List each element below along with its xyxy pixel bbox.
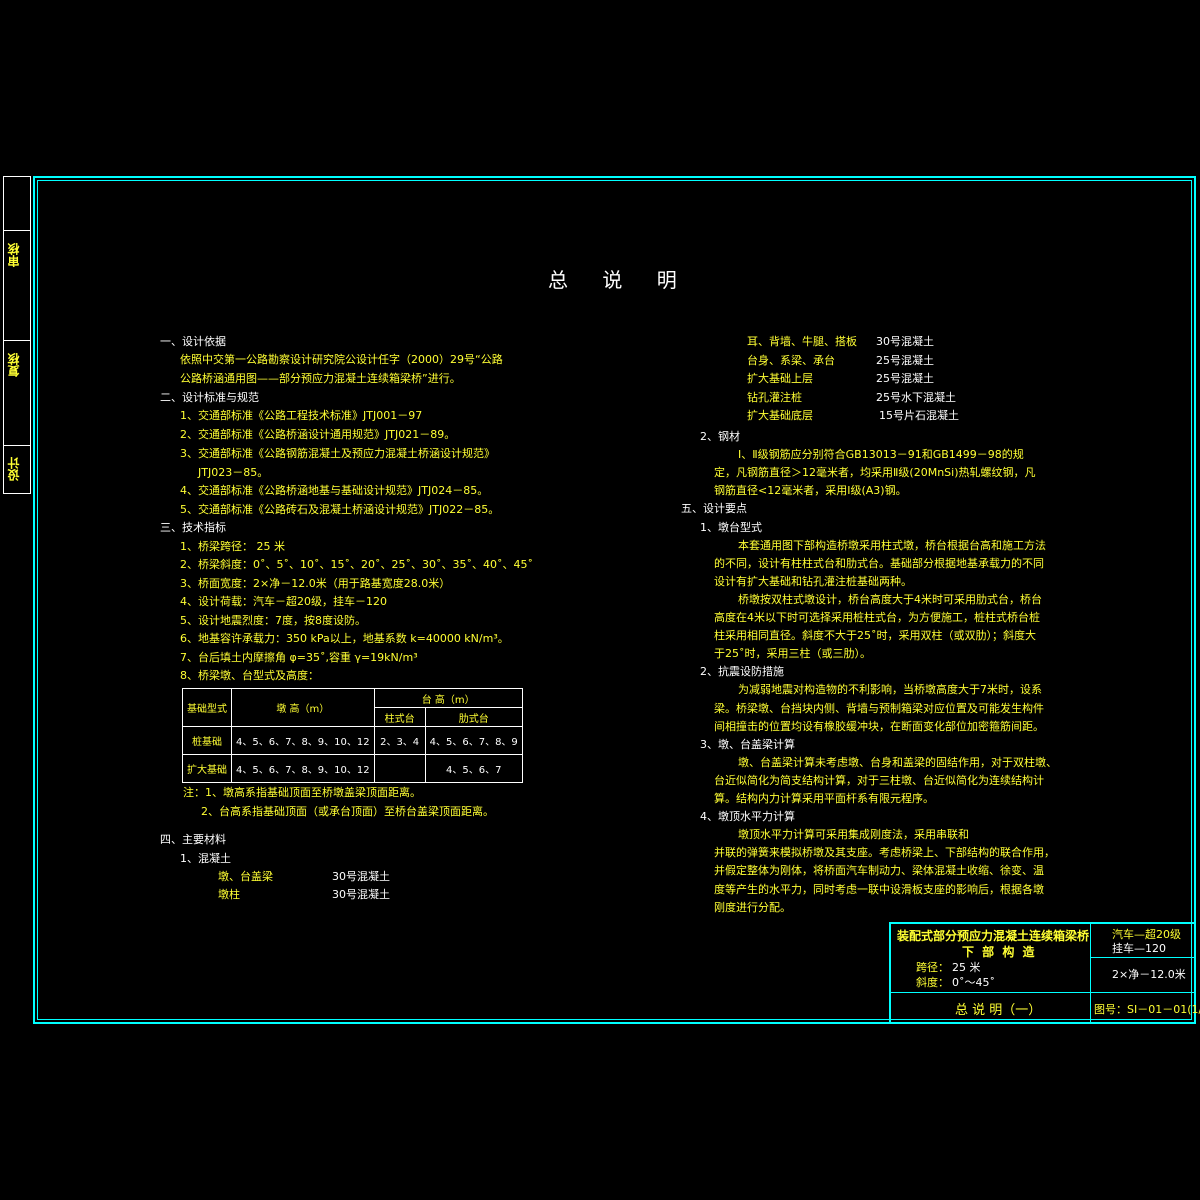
drawing-number: 图号：SI－01－01(1/2) <box>1094 1003 1200 1016</box>
materials-heading: 四、主要材料 <box>160 833 226 846</box>
material-item: 扩大基础上层 <box>747 372 813 385</box>
left-column-line: 5、设计地震烈度：7度，按8度设防。 <box>180 614 366 627</box>
table-row-pier: 4、5、6、7、8、9、10、12 <box>231 726 375 755</box>
left-column-line: 5、交通部标准《公路砖石及混凝土桥涵设计规范》JTJ022－85。 <box>180 503 500 516</box>
right-column-line: 墩顶水平力计算可采用集成刚度法，采用串联和 <box>738 828 969 842</box>
right-column-line: 的不同，设计有柱柱式台和肋式台。基础部分根据地基承载力的不同 <box>714 556 1044 570</box>
right-column-line: 墩、台盖梁计算未考虑墩、台身和盖梁的固结作用，对于双柱墩、 <box>738 755 1057 769</box>
right-column-line: 并假定整体为刚体，将桥面汽车制动力、梁体混凝土收缩、徐变、温 <box>714 864 1044 878</box>
material-item: 台身、系梁、承台 <box>747 353 835 367</box>
right-column-line: 台近似简化为简支结构计算，对于三柱墩、台近似简化为连续结构计 <box>714 773 1044 787</box>
right-column-line: 刚度进行分配。 <box>714 900 791 914</box>
right-column-line: 1、墩台型式 <box>700 520 762 534</box>
left-column-line: 6、地基容许承载力：350 kPa以上，地基系数 k=40000 kN/m³。 <box>180 632 509 645</box>
left-column-line: 8、桥梁墩、台型式及高度： <box>180 669 319 682</box>
left-column-line: 二、设计标准与规范 <box>160 391 259 404</box>
table-row-type: 桩基础 <box>182 726 232 755</box>
left-column-line: 3、交通部标准《公路钢筋混凝土及预应力混凝土桥涵设计规范》 <box>180 447 495 460</box>
material-grade: 15号片石混凝土 <box>879 409 959 422</box>
right-column-line: 4、墩顶水平力计算 <box>700 810 795 824</box>
right-column-line: 钢筋直径<12毫米者，采用Ⅰ级(A3)钢。 <box>714 484 907 498</box>
title-block-divider <box>1090 924 1091 1022</box>
left-column-line: 1、桥梁跨径： 25 米 <box>180 540 285 553</box>
table-header-abut: 台 高（m） <box>373 688 523 708</box>
left-column-line: 4、交通部标准《公路桥涵地基与基础设计规范》JTJ024－85。 <box>180 484 489 497</box>
table-row-col: 2、3、4 <box>373 726 426 755</box>
material-item: 耳、背墙、牛腿、搭板 <box>747 335 857 348</box>
right-column-line: 设计有扩大基础和钻孔灌注桩基础两种。 <box>714 574 912 588</box>
left-column-line: 2、交通部标准《公路桥涵设计通用规范》JTJ021－89。 <box>180 428 456 441</box>
left-column-line: JTJ023－85。 <box>198 466 269 479</box>
right-column-line: 算。结构内力计算采用平面杆系有限元程序。 <box>714 792 934 805</box>
table-header-type: 基础型式 <box>182 688 232 727</box>
left-column-line: 一、设计依据 <box>160 335 226 348</box>
material-grade: 30号混凝土 <box>332 870 390 883</box>
side-label-check: 复核 <box>7 353 21 377</box>
material-grade: 30号混凝土 <box>876 335 934 348</box>
note-1: 注：1、墩高系指基础顶面至桥墩盖梁顶面距离。 <box>183 786 421 799</box>
materials-concrete-heading: 1、混凝土 <box>180 852 231 865</box>
material-grade: 25号水下混凝土 <box>876 390 956 404</box>
side-label-design: 设计 <box>7 457 21 481</box>
table-row-col <box>373 754 426 783</box>
note-2: 2、台高系指基础顶面（或承台顶面）至桥台盖梁顶面距离。 <box>201 805 494 818</box>
table-header-pier: 墩 高（m） <box>231 688 375 727</box>
material-grade: 25号混凝土 <box>876 353 934 367</box>
table-row-rib: 4、5、6、7、8、9 <box>424 726 523 755</box>
right-column-line: 高度在4米以下时可选择采用桩柱式台，为方便施工，桩柱式桥台桩 <box>714 611 1040 624</box>
left-column-line: 3、桥面宽度：2×净－12.0米（用于路基宽度28.0米） <box>180 577 451 590</box>
table-header-rib: 肋式台 <box>424 707 523 727</box>
side-label-review: 审核 <box>7 243 21 267</box>
material-item: 扩大基础底层 <box>747 409 813 422</box>
table-row-rib: 4、5、6、7 <box>424 754 523 783</box>
material-item: 墩柱 <box>218 888 240 901</box>
right-column-line: 五、设计要点 <box>681 502 747 516</box>
right-column-line: 并联的弹簧来模拟桥墩及其支座。考虑桥梁上、下部结构的联合作用， <box>714 846 1055 860</box>
table-row-type: 扩大基础 <box>182 754 232 783</box>
right-column-line: 柱采用相同直径。斜度不大于25˚时，采用双柱（或双肋）；斜度大 <box>714 629 1036 643</box>
right-column-line: 梁。桥梁墩、台挡块内侧、背墙与预制箱梁对应位置及可能发生构件 <box>714 701 1044 715</box>
right-column-line: 3、墩、台盖梁计算 <box>700 737 795 751</box>
page-title: 总 说 明 <box>548 268 691 292</box>
span-value: 25 米 <box>952 961 981 974</box>
right-column-line: 为减弱地震对构造物的不利影响，当桥墩高度大于7米时，设系 <box>738 683 1042 697</box>
right-column-line: 桥墩按双柱式墩设计，桥台高度大于4米时可采用肋式台，桥台 <box>738 592 1042 606</box>
project-name: 装配式部分预应力混凝土连续箱梁桥 <box>897 929 1090 943</box>
title-block-divider <box>891 992 1194 993</box>
project-part: 下 部 构 造 <box>962 945 1037 959</box>
right-column-line: Ⅰ、Ⅱ级钢筋应分别符合GB13013－91和GB1499－98的规 <box>738 448 1024 462</box>
right-column-line: 2、钢材 <box>700 430 740 443</box>
material-grade: 25号混凝土 <box>876 372 934 385</box>
right-column-line: 间相撞击的位置均设有橡胶缓冲块，在断面变化部位加密箍筋间距。 <box>714 719 1044 733</box>
right-column-line: 本套通用图下部构造桥墩采用柱式墩，桥台根据台高和施工方法 <box>738 538 1046 552</box>
right-column-line: 定，凡钢筋直径＞12毫米者，均采用Ⅱ级(20MnSi)热轧螺纹钢，凡 <box>714 466 1036 480</box>
span-label: 跨径： <box>916 961 949 974</box>
right-column-line: 2、抗震设防措施 <box>700 665 784 679</box>
left-column-line: 7、台后填土内摩擦角 φ=35˚,容重 γ=19kN/m³ <box>180 651 418 664</box>
left-column-line: 依照中交第一公路勘察设计研究院公设计任字（2000）29号“公路 <box>180 353 503 366</box>
material-item: 墩、台盖梁 <box>218 870 273 883</box>
left-column-line: 1、交通部标准《公路工程技术标准》JTJ001－97 <box>180 409 423 422</box>
right-column-line: 度等产生的水平力，同时考虑一联中设滑板支座的影响后，根据各墩 <box>714 882 1044 896</box>
load-1: 汽车—超20级 <box>1112 928 1181 941</box>
title-block-divider <box>1091 957 1194 958</box>
material-grade: 30号混凝土 <box>332 888 390 901</box>
left-column-line: 三、技术指标 <box>160 521 226 534</box>
skew-label: 斜度： <box>916 976 949 989</box>
sheet-title: 总 说 明（一） <box>955 1003 1042 1018</box>
skew-value: 0˚～45˚ <box>952 976 995 989</box>
left-column-line: 2、桥梁斜度：0˚、5˚、10˚、15˚、20˚、25˚、30˚、35˚、40˚… <box>180 558 533 571</box>
material-item: 钻孔灌注桩 <box>747 390 802 404</box>
table-header-col: 柱式台 <box>373 707 426 727</box>
left-column-line: 公路桥涵通用图——部分预应力混凝土连续箱梁桥”进行。 <box>180 372 461 385</box>
pier-abutment-table: 基础型式 墩 高（m） 台 高（m） 柱式台 肋式台 桩基础 4、5、6、7、8… <box>182 688 523 783</box>
left-column-line: 4、设计荷载：汽车－超20级，挂车－120 <box>180 595 387 608</box>
right-column-line: 于25˚时，采用三柱（或三肋）。 <box>714 647 871 661</box>
deck-width: 2×净－12.0米 <box>1112 968 1186 981</box>
load-2: 挂车—120 <box>1112 942 1166 955</box>
table-row-pier: 4、5、6、7、8、9、10、12 <box>231 754 375 783</box>
